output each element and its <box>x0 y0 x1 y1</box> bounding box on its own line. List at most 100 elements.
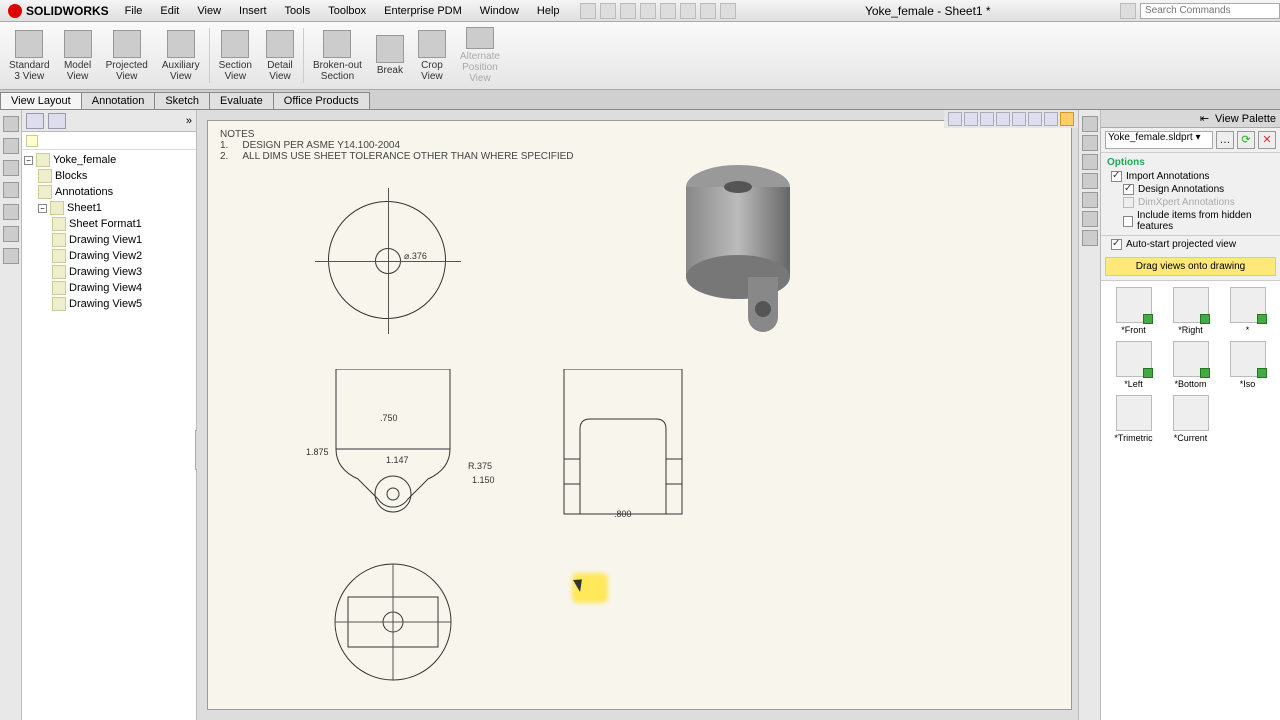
file-explorer-icon[interactable] <box>1082 154 1098 170</box>
menu-toolbox[interactable]: Toolbox <box>320 3 374 19</box>
dimension-tool-icon[interactable] <box>3 138 19 154</box>
section-view-button[interactable]: Section View <box>212 24 259 87</box>
tree-drawing-view3[interactable]: Drawing View3 <box>24 264 194 280</box>
projected-view-button[interactable]: Projected View <box>99 24 155 87</box>
drawing-sheet[interactable]: NOTES 1.DESIGN PER ASME Y14.100-2004 2.A… <box>207 120 1072 710</box>
import-button[interactable]: ✕ <box>1258 131 1276 149</box>
thumb-front[interactable]: *Front <box>1107 287 1160 335</box>
save-icon[interactable] <box>620 3 636 19</box>
menu-insert[interactable]: Insert <box>231 3 275 19</box>
rectangle-tool-icon[interactable] <box>3 182 19 198</box>
menu-window[interactable]: Window <box>472 3 527 19</box>
zoom-fit-icon[interactable] <box>948 112 962 126</box>
circle-tool-icon[interactable] <box>3 204 19 220</box>
detail-view-button[interactable]: Detail View <box>259 24 301 87</box>
hide-show-icon[interactable] <box>1028 112 1042 126</box>
appearance-icon[interactable] <box>1060 112 1074 126</box>
chk-auto-start-projected[interactable] <box>1111 239 1122 250</box>
redo-icon[interactable] <box>680 3 696 19</box>
refresh-button[interactable]: ⟳ <box>1237 131 1255 149</box>
model-view-button[interactable]: Model View <box>57 24 99 87</box>
thumb-right[interactable]: *Right <box>1164 287 1217 335</box>
palette-pin-icon[interactable]: ⇤ <box>1200 112 1209 125</box>
drawing-view-right[interactable]: .800 <box>558 369 688 534</box>
tree-drawing-view1[interactable]: Drawing View1 <box>24 232 194 248</box>
projected-view-icon <box>113 30 141 58</box>
tree-sheet-format1[interactable]: Sheet Format1 <box>24 216 194 232</box>
tab-view-layout[interactable]: View Layout <box>0 92 82 109</box>
zoom-area-icon[interactable] <box>964 112 978 126</box>
thumb-back[interactable]: * <box>1221 287 1274 335</box>
drawing-view-top[interactable]: ⌀.376 <box>328 201 446 319</box>
standard-3-view-button[interactable]: Standard 3 View <box>2 24 57 87</box>
previous-view-icon[interactable] <box>980 112 994 126</box>
browse-button[interactable]: … <box>1216 131 1234 149</box>
search-provider-icon[interactable] <box>1120 3 1136 19</box>
drawing-view-isometric[interactable] <box>678 157 808 337</box>
arc-tool-icon[interactable] <box>3 226 19 242</box>
view-icon <box>52 249 66 263</box>
thumb-isometric[interactable]: *Iso <box>1221 341 1274 389</box>
design-library-icon[interactable] <box>1082 135 1098 151</box>
view-palette-icon[interactable] <box>1082 173 1098 189</box>
tree-drawing-view5[interactable]: Drawing View5 <box>24 296 194 312</box>
menu-file[interactable]: File <box>117 3 151 19</box>
expand-toggle-icon[interactable]: − <box>24 156 33 165</box>
panel-collapse-icon[interactable]: » <box>186 115 192 127</box>
resources-icon[interactable] <box>1082 116 1098 132</box>
edit-sheet-icon[interactable] <box>1044 112 1058 126</box>
undo-icon[interactable] <box>660 3 676 19</box>
thumb-current[interactable]: *Current <box>1164 395 1217 443</box>
print-icon[interactable] <box>640 3 656 19</box>
thumb-trimetric[interactable]: *Trimetric <box>1107 395 1160 443</box>
tree-annotations[interactable]: Annotations <box>24 184 194 200</box>
display-style-icon[interactable] <box>1012 112 1026 126</box>
sketch-tool-icon[interactable] <box>3 116 19 132</box>
alternate-position-view-button: Alternate Position View <box>453 24 507 87</box>
tree-drawing-view4[interactable]: Drawing View4 <box>24 280 194 296</box>
auxiliary-view-button[interactable]: Auxiliary View <box>155 24 207 87</box>
tab-evaluate[interactable]: Evaluate <box>209 92 274 109</box>
tab-office-products[interactable]: Office Products <box>273 92 370 109</box>
feature-manager-tab-icon[interactable] <box>26 113 44 129</box>
menu-tools[interactable]: Tools <box>277 3 319 19</box>
dim-right-width: .800 <box>614 509 632 519</box>
forum-icon[interactable] <box>1082 230 1098 246</box>
chk-hidden-features[interactable] <box>1123 216 1133 227</box>
broken-out-section-button[interactable]: Broken-out Section <box>306 24 369 87</box>
menu-view[interactable]: View <box>189 3 229 19</box>
view-icon <box>52 281 66 295</box>
rebuild-icon[interactable] <box>700 3 716 19</box>
menu-edit[interactable]: Edit <box>152 3 187 19</box>
open-icon[interactable] <box>600 3 616 19</box>
filter-icon[interactable] <box>26 135 38 147</box>
crop-view-button[interactable]: Crop View <box>411 24 453 87</box>
drawing-canvas[interactable]: NOTES 1.DESIGN PER ASME Y14.100-2004 2.A… <box>197 110 1078 720</box>
menu-enterprise-pdm[interactable]: Enterprise PDM <box>376 3 470 19</box>
tree-sheet1[interactable]: −Sheet1 <box>24 200 194 216</box>
tree-drawing-view2[interactable]: Drawing View2 <box>24 248 194 264</box>
property-manager-tab-icon[interactable] <box>48 113 66 129</box>
drawing-view-front[interactable]: .750 1.875 1.147 R.375 1.150 <box>328 369 458 534</box>
palette-model-select[interactable]: Yoke_female.sldprt ▾ <box>1105 131 1213 149</box>
tree-root[interactable]: − Yoke_female <box>24 152 194 168</box>
break-button[interactable]: Break <box>369 24 411 87</box>
expand-toggle-icon[interactable]: − <box>38 204 47 213</box>
thumb-bottom[interactable]: *Bottom <box>1164 341 1217 389</box>
drawing-view-bottom[interactable] <box>328 557 458 692</box>
tab-annotation[interactable]: Annotation <box>81 92 156 109</box>
line-tool-icon[interactable] <box>3 160 19 176</box>
section-display-icon[interactable] <box>996 112 1010 126</box>
chk-import-annotations[interactable] <box>1111 171 1122 182</box>
chk-design-annotations[interactable] <box>1123 184 1134 195</box>
options-icon[interactable] <box>720 3 736 19</box>
thumb-left[interactable]: *Left <box>1107 341 1160 389</box>
search-input[interactable] <box>1140 3 1280 19</box>
new-icon[interactable] <box>580 3 596 19</box>
custom-props-icon[interactable] <box>1082 211 1098 227</box>
menu-help[interactable]: Help <box>529 3 568 19</box>
appearances-icon[interactable] <box>1082 192 1098 208</box>
trim-tool-icon[interactable] <box>3 248 19 264</box>
tree-blocks[interactable]: Blocks <box>24 168 194 184</box>
tab-sketch[interactable]: Sketch <box>154 92 210 109</box>
